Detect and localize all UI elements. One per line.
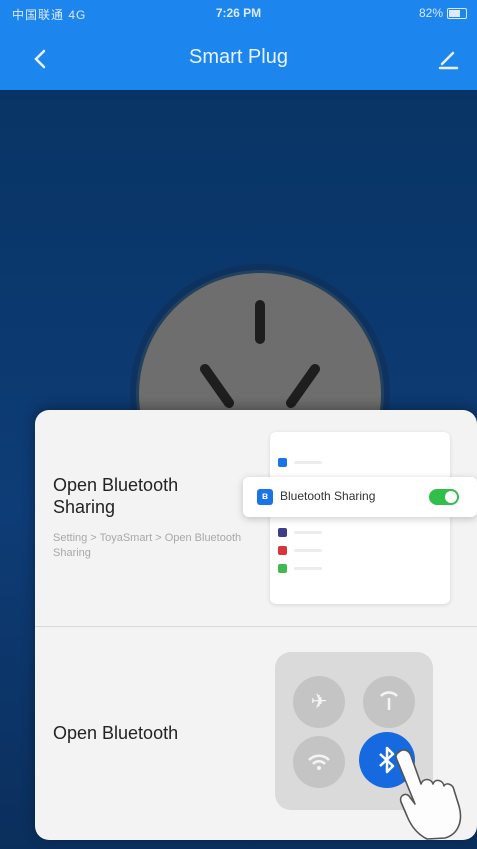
bluetooth-sharing-toggle (429, 489, 459, 505)
step1-title: Open Bluetooth Sharing (53, 475, 179, 517)
bluetooth-app-icon: ʙ (257, 489, 273, 505)
step1-subtitle: Setting > ToyaSmart > Open Bluetooth Sha… (53, 532, 242, 559)
pencil-icon (438, 51, 459, 70)
wifi-symbol-icon (308, 754, 330, 770)
battery-percent: 82% (418, 6, 443, 20)
antenna-icon (380, 691, 398, 710)
settings-row-line (294, 567, 322, 570)
nav-bar: Smart Plug (0, 26, 477, 90)
page-title: Smart Plug (189, 46, 288, 68)
settings-row-line (294, 549, 322, 552)
settings-row-icon (278, 458, 287, 467)
settings-illustration (270, 432, 450, 604)
bluetooth-sharing-label: Bluetooth Sharing (280, 489, 376, 503)
edit-button[interactable] (433, 44, 463, 74)
divider (35, 626, 477, 627)
settings-row-line (294, 461, 322, 464)
pointing-hand-icon (395, 749, 462, 840)
settings-row-icon (278, 564, 287, 573)
battery-icon (447, 8, 467, 19)
step2-title: Open Bluetooth (53, 723, 179, 743)
settings-row-icon (278, 528, 287, 537)
settings-row-line (294, 531, 322, 534)
airplane-icon: ✈ (293, 676, 345, 728)
bluetooth-guide-sheet: Open Bluetooth Sharing Setting > ToyaSma… (35, 410, 477, 840)
cellular-icon (363, 676, 415, 728)
bluetooth-sharing-row: ʙ Bluetooth Sharing (243, 477, 477, 517)
status-bar: 中国联通 4G 7:26 PM 82% (0, 0, 477, 26)
settings-row-icon (278, 546, 287, 555)
status-time: 7:26 PM (215, 6, 262, 20)
wifi-icon (293, 736, 345, 788)
